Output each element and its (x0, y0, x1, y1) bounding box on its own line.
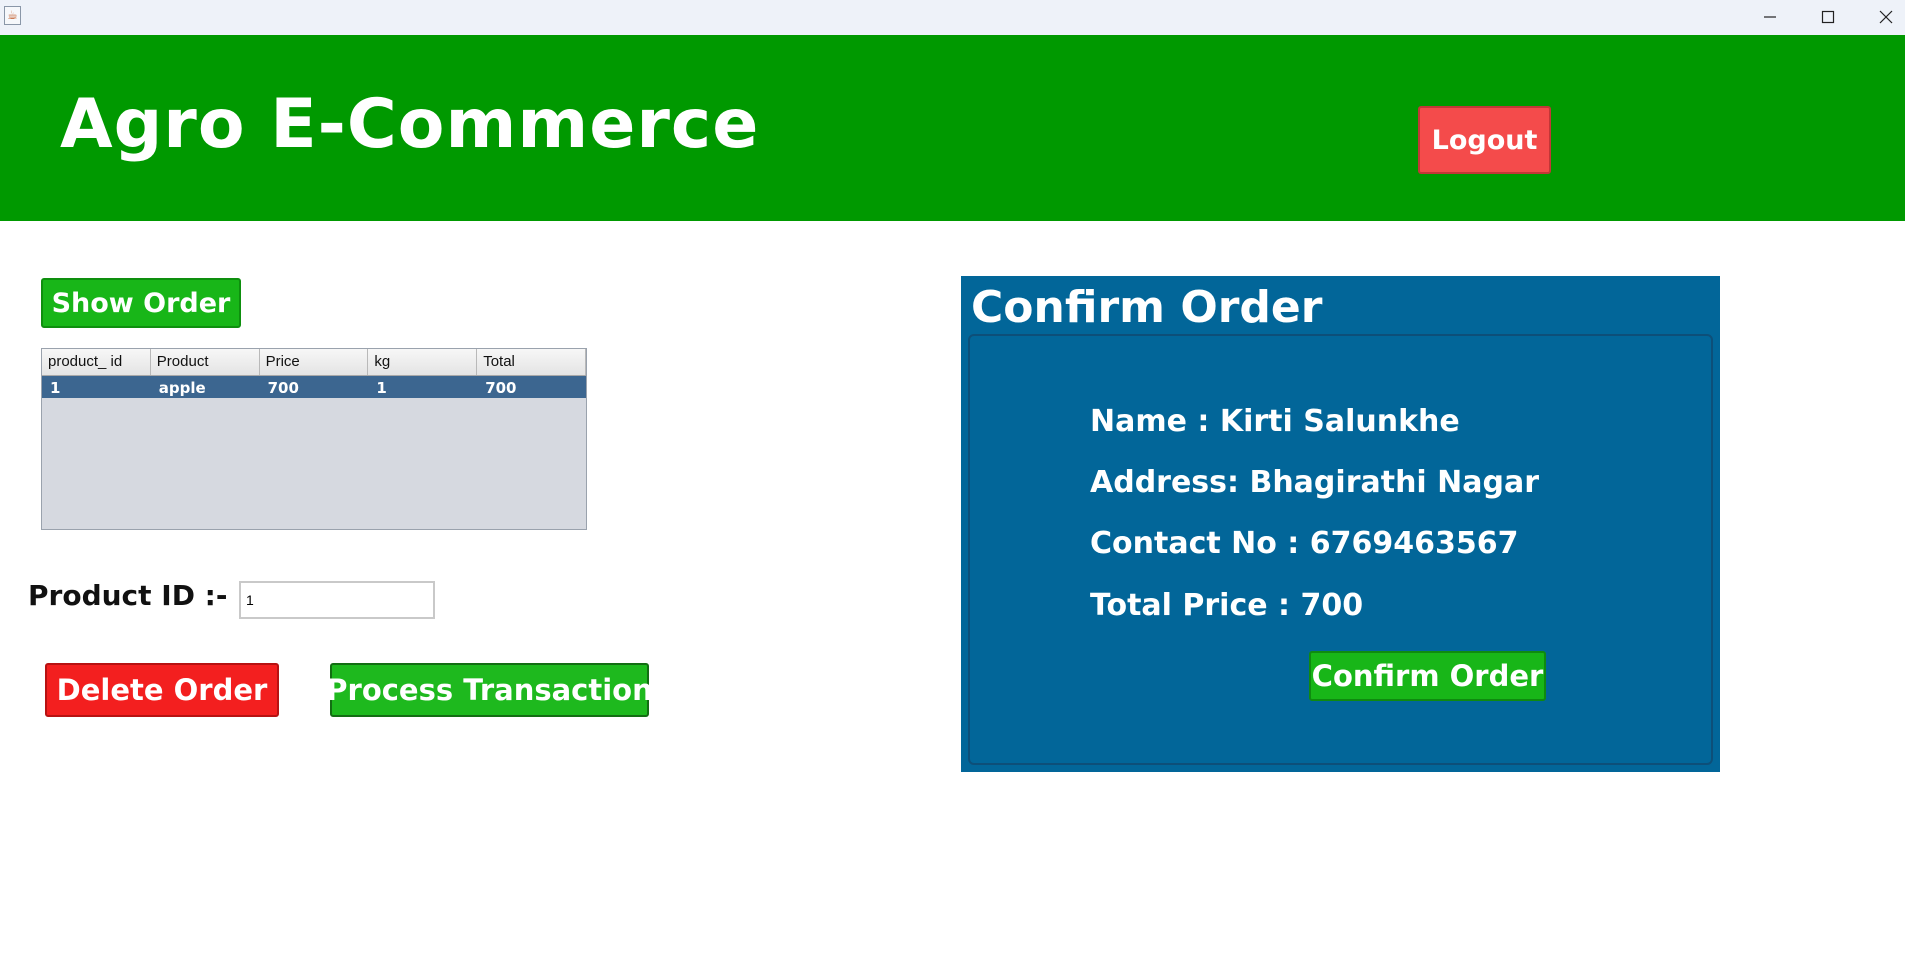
product-id-label: Product ID :- (28, 579, 228, 612)
logout-button[interactable]: Logout (1418, 106, 1551, 174)
maximize-button[interactable] (1799, 0, 1857, 33)
delete-order-button[interactable]: Delete Order (45, 663, 279, 717)
customer-contact: Contact No : 6769463567 (1090, 526, 1519, 561)
column-header-product-id[interactable]: product_ id (42, 349, 151, 375)
process-transaction-button[interactable]: Process Transaction (326, 663, 653, 717)
confirm-order-title: Confirm Order (971, 282, 1323, 333)
total-price: Total Price : 700 (1090, 588, 1364, 623)
customer-address: Address: Bhagirathi Nagar (1090, 465, 1540, 500)
product-id-input[interactable] (239, 581, 435, 619)
column-header-price[interactable]: Price (260, 349, 369, 375)
cell-total: 700 (485, 379, 517, 397)
minimize-button[interactable] (1741, 0, 1799, 33)
maximize-icon (1821, 10, 1835, 23)
window-titlebar: ☕ (0, 0, 1905, 35)
orders-table[interactable]: product_ id Product Price kg Total 1 app… (41, 348, 587, 530)
show-order-button[interactable]: Show Order (41, 278, 241, 328)
customer-name: Name : Kirti Salunkhe (1090, 404, 1460, 439)
confirm-order-button[interactable]: Confirm Order (1309, 651, 1546, 701)
cell-product: apple (158, 379, 206, 397)
table-row[interactable]: 1 apple 700 1 700 (42, 376, 586, 398)
column-header-kg[interactable]: kg (368, 349, 478, 375)
cell-product-id: 1 (50, 379, 61, 397)
cell-price: 700 (267, 379, 299, 397)
cell-kg: 1 (376, 379, 387, 397)
app-title: Agro E-Commerce (60, 85, 760, 164)
minimize-icon (1764, 15, 1776, 18)
column-header-product[interactable]: Product (151, 349, 260, 375)
close-button[interactable] (1857, 0, 1905, 33)
table-header: product_ id Product Price kg Total (42, 349, 586, 376)
close-icon (1879, 10, 1893, 23)
java-cup-icon: ☕ (4, 6, 21, 25)
app-header: Agro E-Commerce (0, 35, 1905, 221)
column-header-total[interactable]: Total (477, 349, 586, 375)
